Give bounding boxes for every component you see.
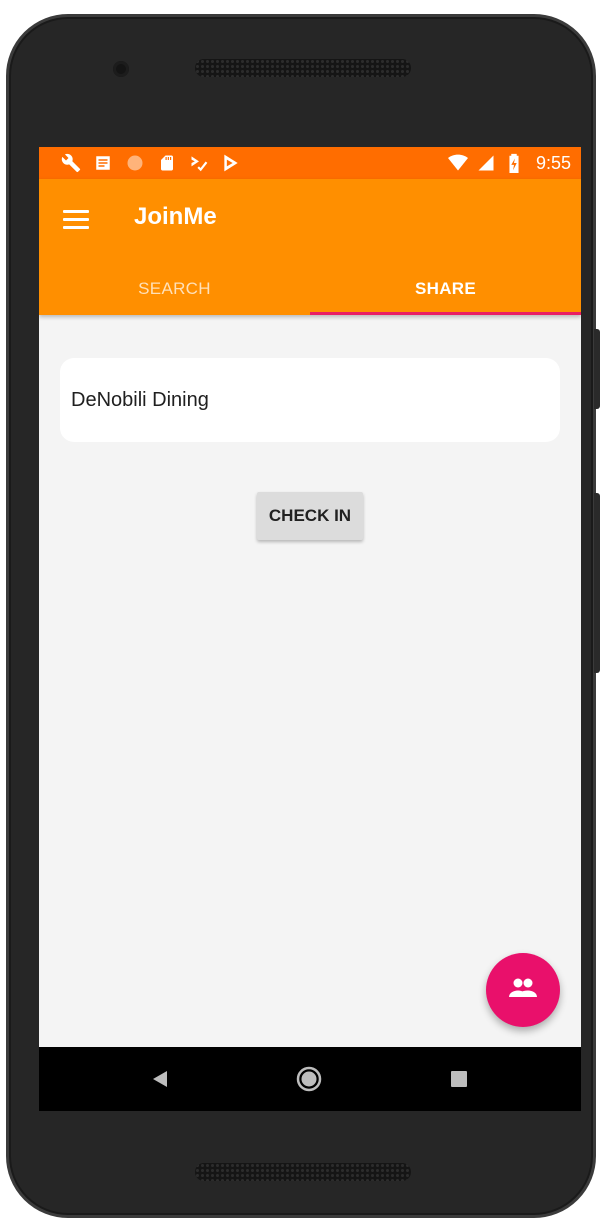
screen: 9:55 JoinMe SEARCH SHARE DeNobili Dining… (39, 147, 581, 1111)
home-circle-icon[interactable] (295, 1065, 323, 1093)
people-icon (508, 977, 538, 1004)
bottom-speaker (195, 1163, 411, 1181)
power-button (594, 329, 600, 409)
location-name: DeNobili Dining (71, 388, 209, 411)
app-bar: JoinMe SEARCH SHARE (39, 179, 581, 315)
tab-search[interactable]: SEARCH (39, 263, 310, 315)
check-in-button[interactable]: CHECK IN (257, 492, 363, 540)
friends-fab[interactable] (486, 953, 560, 1027)
tab-share[interactable]: SHARE (310, 263, 581, 315)
phone-frame: 9:55 JoinMe SEARCH SHARE DeNobili Dining… (6, 14, 600, 1218)
volume-buttons (594, 493, 600, 673)
battery-charging-icon (504, 153, 524, 173)
wrench-icon (61, 153, 81, 173)
app-title: JoinMe (134, 203, 217, 230)
tab-bar: SEARCH SHARE (39, 263, 581, 315)
circle-icon (125, 153, 145, 173)
note-icon (93, 153, 113, 173)
back-triangle-icon[interactable] (146, 1065, 174, 1093)
check-arrow-icon (189, 153, 209, 173)
hamburger-menu-icon[interactable] (57, 201, 93, 237)
location-card[interactable]: DeNobili Dining (60, 358, 560, 442)
navigation-bar (39, 1047, 581, 1111)
earpiece-speaker (195, 59, 411, 77)
status-time: 9:55 (535, 152, 571, 173)
front-camera (113, 61, 129, 77)
play-store-icon (221, 153, 241, 173)
signal-icon (476, 153, 496, 173)
sd-card-icon (157, 153, 177, 173)
recents-square-icon[interactable] (445, 1065, 473, 1093)
wifi-icon (447, 153, 468, 173)
status-bar: 9:55 (39, 147, 581, 179)
